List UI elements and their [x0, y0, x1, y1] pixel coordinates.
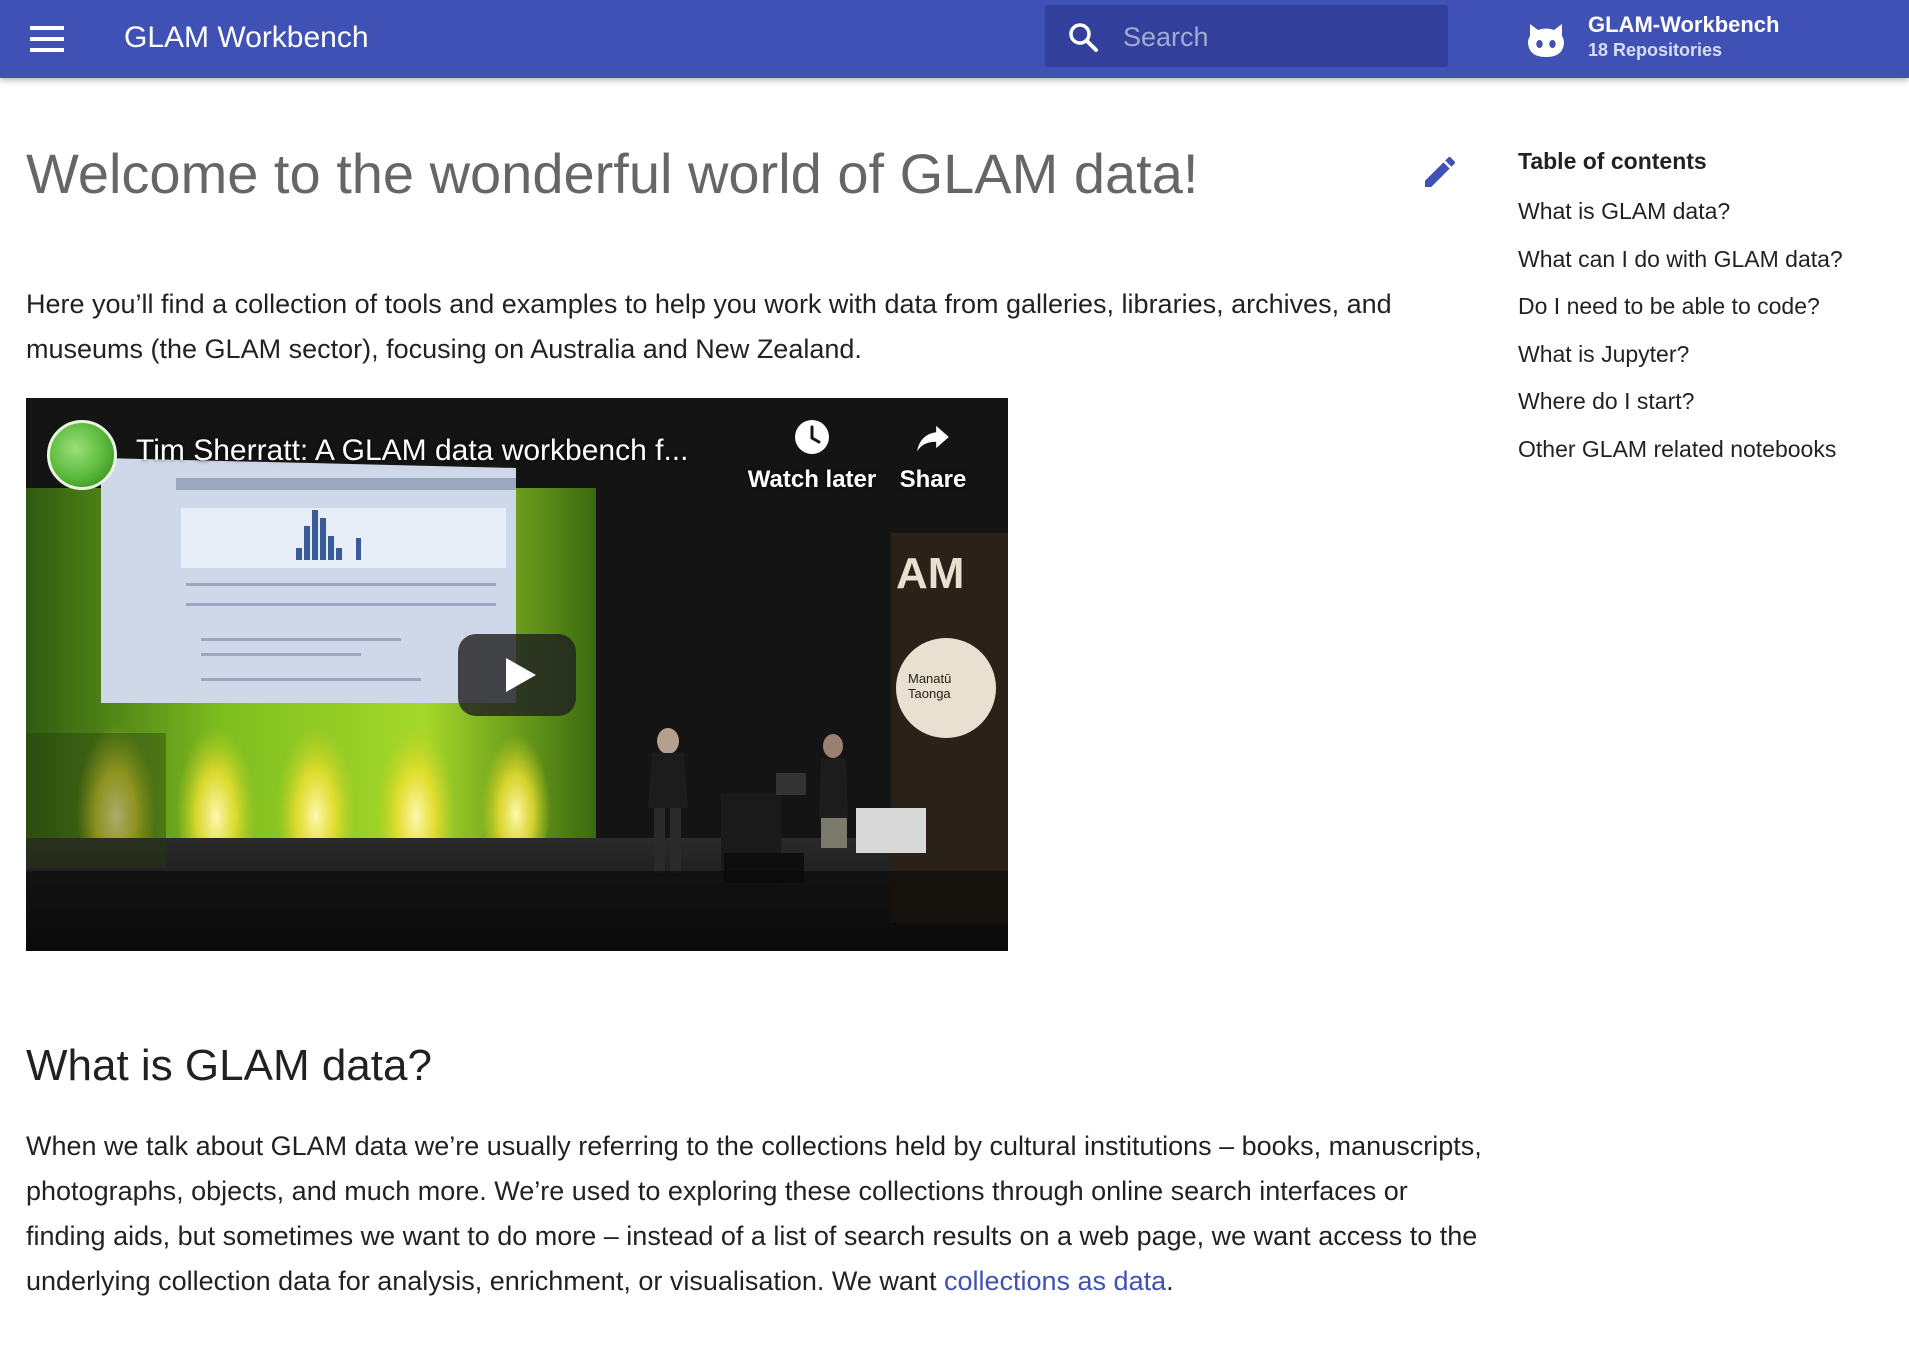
play-button[interactable] [458, 634, 576, 716]
page-title: Welcome to the wonderful world of GLAM d… [26, 142, 1199, 205]
logo-text-2: Taonga [908, 686, 951, 701]
github-icon [1528, 24, 1564, 57]
toc-item-what-is-glam-data[interactable]: What is GLAM data? [1518, 188, 1888, 236]
intro-paragraph: Here you’ll find a collection of tools a… [26, 289, 1392, 364]
toc-item-where-do-i-start[interactable]: Where do I start? [1518, 378, 1888, 426]
toc-title: Table of contents [1518, 148, 1707, 174]
play-icon [506, 658, 536, 692]
toc-item-what-can-i-do[interactable]: What can I do with GLAM data? [1518, 236, 1888, 284]
clock-icon [795, 420, 829, 454]
section-heading-what-is-glam-data: What is GLAM data? [26, 1041, 432, 1090]
section-text: When we talk about GLAM data we’re usual… [26, 1131, 1482, 1296]
search-input[interactable] [1121, 15, 1435, 59]
share-icon [917, 425, 949, 452]
watch-later-label: Watch later [747, 466, 877, 493]
menu-icon[interactable] [28, 22, 66, 56]
section-end: . [1166, 1266, 1174, 1296]
collections-as-data-link[interactable]: collections as data [944, 1266, 1166, 1296]
repo-count: 18 Repositories [1588, 40, 1723, 60]
share-label: Share [899, 466, 967, 493]
logo-text-1: Manatū [908, 671, 951, 686]
share-button[interactable]: Share [888, 418, 978, 494]
toc-item-need-to-code[interactable]: Do I need to be able to code? [1518, 283, 1888, 331]
toc-item-other-notebooks[interactable]: Other GLAM related notebooks [1518, 426, 1888, 474]
top-header: GLAM Workbench GLAM-Workbench 18 Reposit… [0, 0, 1909, 78]
repository-link[interactable]: GLAM-Workbench 18 Repositories [1524, 12, 1884, 64]
search-icon [1069, 23, 1098, 52]
video-title[interactable]: Tim Sherratt: A GLAM data workbench f... [136, 434, 688, 468]
section-paragraph: When we talk about GLAM data we’re usual… [26, 1124, 1486, 1304]
video-embed[interactable]: AM Manatū Taonga Tim Sherratt: A GLAM da… [26, 398, 1008, 951]
table-of-contents: Table of contents What is GLAM data? Wha… [1518, 146, 1888, 473]
sign-text: AM [896, 549, 964, 598]
edit-icon[interactable] [1420, 152, 1460, 192]
watch-later-button[interactable]: Watch later [742, 418, 882, 494]
site-title[interactable]: GLAM Workbench [124, 18, 369, 58]
channel-avatar[interactable] [47, 420, 117, 490]
repo-name: GLAM-Workbench [1588, 12, 1780, 37]
toc-item-what-is-jupyter[interactable]: What is Jupyter? [1518, 331, 1888, 379]
search-box[interactable] [1045, 5, 1448, 67]
